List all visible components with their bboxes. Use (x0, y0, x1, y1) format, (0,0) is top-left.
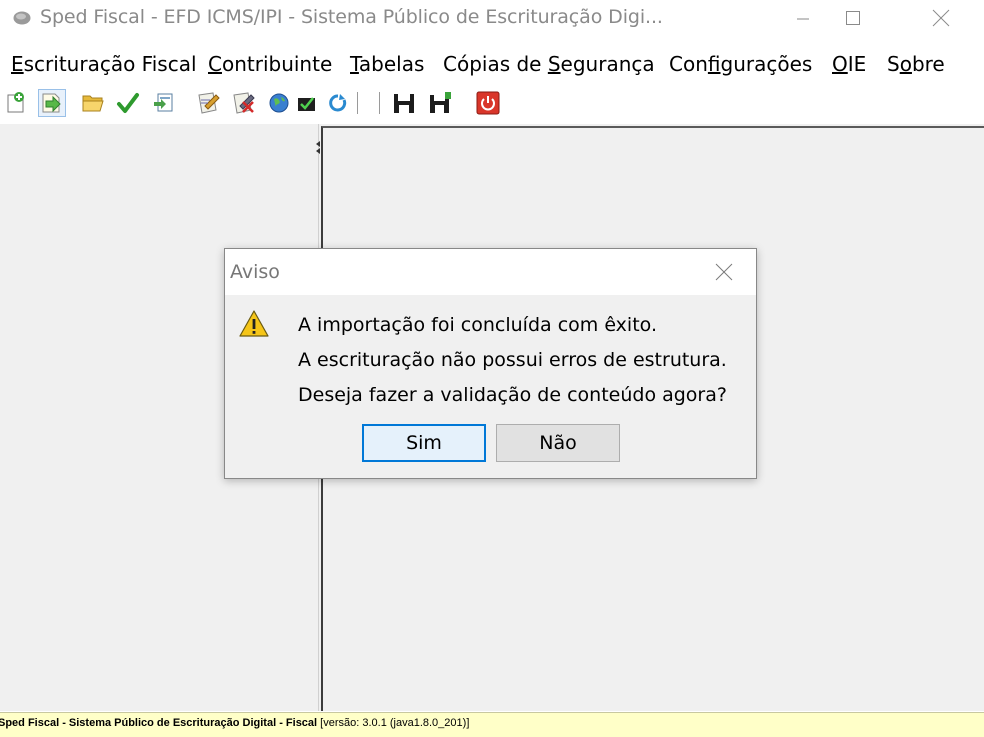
validate-check-icon (117, 93, 139, 113)
sign-button[interactable] (195, 89, 223, 117)
menu-mnemonic: C (208, 52, 222, 76)
exit-power-icon (476, 91, 500, 115)
new-file-icon (7, 92, 24, 113)
menu-mnemonic: o (899, 52, 912, 76)
refresh-icon (329, 94, 347, 112)
menu-bar: Escrituração Fiscal Contribuinte Tabelas… (0, 46, 984, 84)
minimize-button[interactable] (780, 0, 826, 36)
window-titlebar: Sped Fiscal - EFD ICMS/IPI - Sistema Púb… (0, 0, 984, 36)
app-icon (12, 9, 32, 27)
save-as-icon (430, 92, 451, 113)
open-folder-icon (82, 95, 104, 112)
menu-label-post: abelas (358, 52, 425, 76)
refresh-button[interactable] (324, 89, 352, 117)
dialog-message-line: A escrituração não possui erros de estru… (298, 349, 727, 371)
menu-label-post: ontribuinte (221, 52, 333, 76)
maximize-icon (846, 11, 860, 25)
menu-configuracoes[interactable]: Configurações (669, 52, 812, 76)
window-title: Sped Fiscal - EFD ICMS/IPI - Sistema Púb… (40, 6, 663, 28)
receipt-button[interactable] (293, 89, 321, 117)
import-icon (42, 93, 61, 113)
menu-copias-de-seguranca[interactable]: Cópias de Segurança (443, 52, 655, 76)
new-file-button[interactable] (2, 89, 30, 117)
menu-label-post: IE (847, 52, 867, 76)
remove-signature-icon (233, 92, 255, 114)
transmit-button[interactable] (265, 89, 293, 117)
open-button[interactable] (79, 89, 107, 117)
receipt-icon (298, 97, 315, 111)
close-window-button[interactable] (918, 0, 964, 36)
save-icon (394, 94, 414, 113)
menu-label-post: scrituração Fiscal (23, 52, 197, 76)
toolbar-separator (379, 92, 380, 114)
menu-contribuinte[interactable]: Contribuinte (208, 52, 332, 76)
status-version: [versão: 3.0.1 (java1.8.0_201)] (317, 717, 470, 729)
yes-button[interactable]: Sim (362, 424, 486, 462)
export-icon (154, 93, 173, 112)
menu-sobre[interactable]: Sobre (887, 52, 945, 76)
warning-icon (238, 309, 270, 339)
menu-label-post: egurança (560, 52, 655, 76)
dialog-body: A importação foi concluída com êxito. A … (225, 295, 756, 478)
menu-label-pre: Cópias de (443, 52, 548, 76)
menu-mnemonic: f (707, 52, 721, 76)
dialog-message-line: Deseja fazer a validação de conteúdo ago… (298, 384, 727, 406)
transmit-globe-icon (269, 93, 289, 113)
toolbar (0, 86, 984, 122)
dialog-message-line: A importação foi concluída com êxito. (298, 314, 657, 336)
validate-button[interactable] (114, 89, 142, 117)
remove-signature-button[interactable] (230, 89, 258, 117)
exit-button[interactable] (474, 89, 502, 117)
menu-label-pre: Con (669, 52, 708, 76)
menu-mnemonic: O (832, 52, 848, 76)
warning-dialog: Aviso A importação foi concluída com êxi… (224, 248, 757, 479)
menu-label-pre: S (887, 52, 900, 76)
no-button[interactable]: Não (496, 424, 620, 462)
save-as-button[interactable] (426, 89, 454, 117)
menu-mnemonic: T (350, 52, 359, 76)
import-button[interactable] (38, 89, 66, 117)
menu-mnemonic: E (11, 52, 24, 76)
menu-label-post: igurações (720, 52, 813, 76)
dialog-titlebar: Aviso (225, 249, 756, 295)
menu-oie[interactable]: OIE (832, 52, 866, 76)
toolbar-separator (357, 92, 358, 114)
close-icon (932, 9, 950, 27)
save-button[interactable] (390, 89, 418, 117)
minimize-icon (797, 18, 809, 20)
export-button[interactable] (150, 89, 178, 117)
status-app-name: Sped Fiscal - Sistema Público de Escritu… (0, 717, 318, 729)
menu-label-post: bre (911, 52, 945, 76)
menu-tabelas[interactable]: Tabelas (350, 52, 424, 76)
status-bar: Sped Fiscal - Sistema Público de Escritu… (0, 712, 984, 737)
dialog-close-button[interactable] (711, 259, 737, 285)
sign-icon (198, 92, 220, 114)
menu-escrituracao-fiscal[interactable]: Escrituração Fiscal (11, 52, 197, 76)
close-icon (715, 263, 733, 281)
maximize-button[interactable] (830, 0, 876, 36)
dialog-title: Aviso (230, 261, 280, 283)
menu-mnemonic: S (547, 52, 561, 76)
